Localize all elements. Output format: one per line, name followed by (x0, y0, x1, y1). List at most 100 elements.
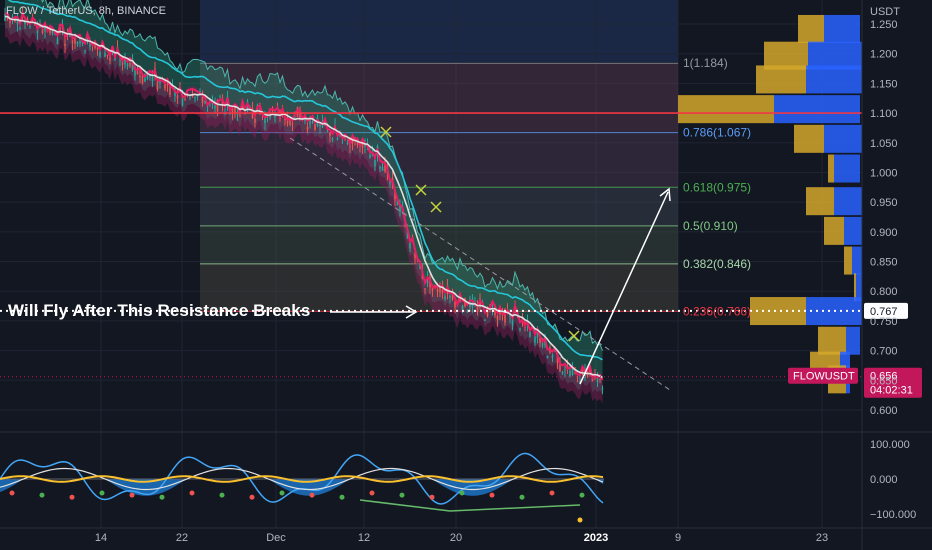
volume-profile-bar-sell (844, 216, 862, 245)
fib-level-label: 0.618(0.975) (683, 180, 751, 194)
candle-body (561, 371, 564, 374)
signal-dot (129, 492, 135, 498)
fib-zone (200, 187, 678, 226)
candle-body (289, 120, 291, 126)
candle-body (461, 305, 464, 310)
candle-body (564, 369, 566, 371)
signal-dot (369, 490, 375, 496)
candle-body (444, 296, 446, 300)
price-tick-label: 1.150 (870, 78, 898, 90)
candle-body (156, 80, 159, 89)
price-unit-label: USDT (870, 6, 900, 18)
candle-body (484, 320, 486, 322)
candle-body (176, 95, 179, 99)
time-tick-label: 2023 (584, 532, 608, 544)
candle-body (129, 62, 131, 67)
signal-dot (399, 492, 405, 498)
time-tick-label: 9 (675, 532, 681, 544)
signal-dot (339, 494, 345, 500)
resistance-annotation: Will Fly After This Resistance Breaks (8, 301, 311, 320)
fib-level-label: 0.382(0.846) (683, 257, 751, 271)
price-tick-label: 0.750 (870, 316, 898, 328)
volume-profile-bar-sell (834, 154, 860, 183)
candle-body (219, 96, 221, 98)
trading-chart[interactable]: 0.767FLOWUSDT 0.65604:02:31 1.2501.2001.1… (0, 0, 932, 550)
volume-profile-bar-sell (824, 124, 862, 153)
candle-body (166, 83, 169, 86)
candle-body (306, 126, 309, 130)
candle-body (331, 138, 334, 140)
fib-zone (200, 225, 678, 264)
candle-body (546, 355, 549, 359)
fib-level-label: 0.5(0.910) (683, 219, 738, 233)
price-tick-label: 0.650 (870, 375, 898, 387)
candle-body (361, 143, 364, 148)
price-tick-label: 0.850 (870, 257, 898, 269)
volume-profile-bar-buy (824, 216, 844, 245)
symbol-tag-label: FLOWUSDT (793, 371, 855, 383)
chart-title: FLOW / TetherUS, 8h, BINANCE (6, 5, 166, 17)
price-tick-label: 0.950 (870, 197, 898, 209)
candle-body (119, 60, 121, 62)
candle-body (201, 97, 204, 103)
volume-profile-bar-buy (806, 187, 834, 216)
volume-profile-bar-buy (794, 124, 824, 153)
candle-body (551, 355, 554, 358)
signal-dot (69, 494, 75, 500)
volume-profile-bar-sell (774, 95, 860, 124)
candle-body (291, 123, 294, 125)
candle-body (314, 124, 316, 130)
fib-zone (200, 132, 678, 188)
osc-tick-label: 100.000 (870, 439, 910, 451)
time-tick-label: Dec (266, 532, 286, 544)
candle-body (126, 63, 129, 67)
signal-dot (489, 492, 495, 498)
candle-body (84, 50, 86, 52)
signal-dot (459, 490, 465, 496)
price-tick-label: 1.000 (870, 167, 898, 179)
time-tick-label: 12 (358, 532, 370, 544)
candle-body (476, 307, 479, 313)
candle-body (519, 328, 521, 330)
signal-dot (159, 494, 165, 500)
candle-body (436, 288, 439, 292)
signal-dot (309, 492, 315, 498)
candle-body (374, 159, 376, 167)
volume-profile-bar-sell (852, 246, 862, 275)
candle-body (71, 40, 74, 44)
signal-dot (577, 517, 583, 523)
candle-body (576, 381, 579, 383)
osc-tick-label: −100.000 (870, 509, 916, 521)
candle-body (254, 119, 256, 123)
signal-dot (219, 492, 225, 498)
price-tick-label: 1.050 (870, 138, 898, 150)
signal-dot (189, 490, 195, 496)
fib-level-label: 0.236(0.766) (683, 304, 751, 318)
signal-dot (99, 490, 105, 496)
candle-body (29, 25, 31, 27)
fib-level-label: 0.786(1.067) (683, 126, 751, 140)
candle-body (329, 132, 331, 137)
candle-body (379, 166, 381, 169)
candle-body (454, 301, 456, 308)
candle-body (94, 45, 96, 48)
time-tick-label: 20 (450, 532, 462, 544)
candle-body (381, 166, 384, 171)
candle-body (74, 38, 76, 44)
candle-body (346, 142, 349, 145)
volume-profile-bar-buy (844, 246, 852, 275)
candle-body (194, 96, 196, 99)
candle-body (146, 75, 149, 80)
fib-level-label: 1(1.184) (683, 56, 728, 70)
candle-body (64, 43, 66, 46)
volume-profile-bar-buy (678, 95, 774, 124)
volume-profile-bar-sell (846, 326, 860, 355)
candle-body (184, 99, 186, 101)
volume-profile-bar-sell (824, 14, 860, 43)
candle-body (139, 75, 141, 78)
signal-dot (519, 494, 525, 500)
price-tick-label: 1.100 (870, 108, 898, 120)
candle-body (49, 29, 51, 34)
signal-dot (9, 490, 15, 496)
time-tick-label: 23 (816, 532, 828, 544)
